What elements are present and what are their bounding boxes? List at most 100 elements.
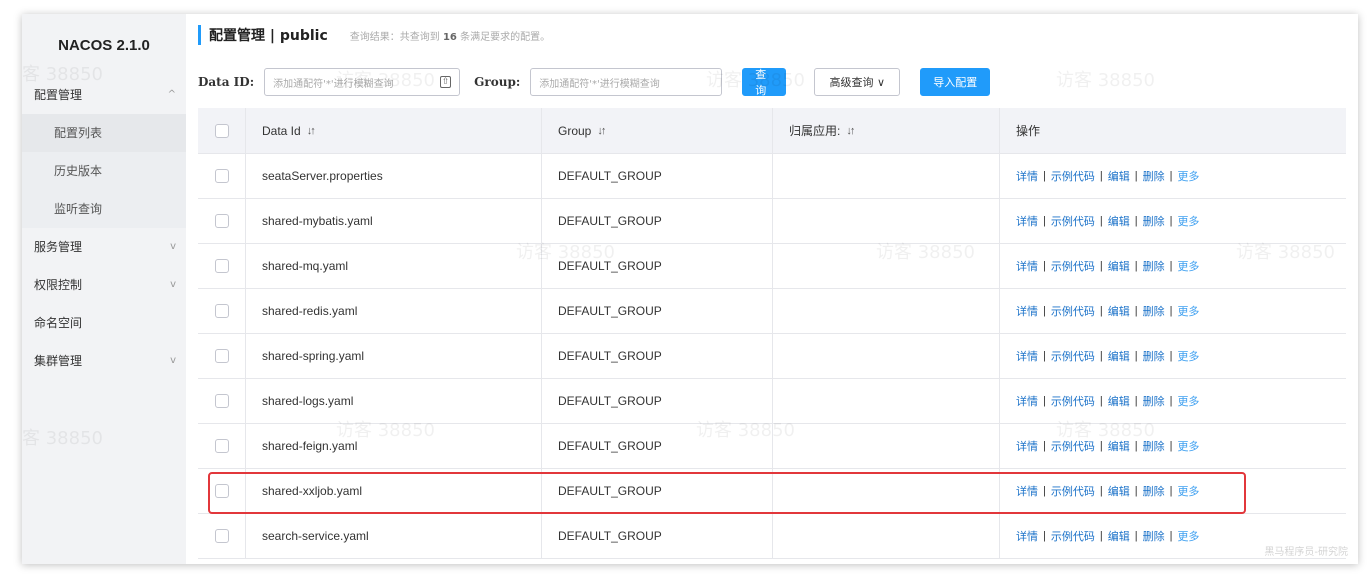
row-actions: 详情 | 示例代码 | 编辑 | 删除 | 更多 xyxy=(1016,348,1199,364)
delete-link[interactable]: 删除 xyxy=(1143,438,1165,454)
cell-ops: 详情 | 示例代码 | 编辑 | 删除 | 更多 xyxy=(1000,244,1346,288)
delete-link[interactable]: 删除 xyxy=(1143,303,1165,319)
nav-item-config-list[interactable]: 配置列表 xyxy=(22,114,186,152)
detail-link[interactable]: 详情 xyxy=(1016,348,1038,364)
more-link[interactable]: 更多 xyxy=(1177,393,1199,409)
nav-item-history[interactable]: 历史版本 xyxy=(22,152,186,190)
chevron-down-icon: v xyxy=(170,241,176,252)
more-link[interactable]: 更多 xyxy=(1177,258,1199,274)
edit-link[interactable]: 编辑 xyxy=(1108,303,1130,319)
more-link[interactable]: 更多 xyxy=(1177,483,1199,499)
more-link[interactable]: 更多 xyxy=(1177,213,1199,229)
row-checkbox[interactable] xyxy=(214,349,229,363)
sample-code-link[interactable]: 示例代码 xyxy=(1051,528,1095,544)
row-checkbox[interactable] xyxy=(214,529,229,543)
data-id-input[interactable]: 添加通配符'*'进行模糊查询 ⇧ xyxy=(264,68,461,96)
detail-link[interactable]: 详情 xyxy=(1016,213,1038,229)
row-actions: 详情 | 示例代码 | 编辑 | 删除 | 更多 xyxy=(1016,303,1199,319)
more-link[interactable]: 更多 xyxy=(1177,528,1199,544)
sample-code-link[interactable]: 示例代码 xyxy=(1051,213,1095,229)
separator: | xyxy=(1169,485,1173,497)
table-row: seataServer.properties DEFAULT_GROUP 详情 | 示例… xyxy=(198,154,1346,199)
separator: | xyxy=(1043,440,1046,452)
nav-group-auth[interactable]: 权限控制 v xyxy=(22,266,186,304)
header-app[interactable]: 归属应用: ↓↑ xyxy=(773,108,1000,153)
header-data-id[interactable]: Data Id ↓↑ xyxy=(246,108,542,153)
detail-link[interactable]: 详情 xyxy=(1016,528,1038,544)
delete-link[interactable]: 删除 xyxy=(1143,168,1165,184)
row-checkbox[interactable] xyxy=(214,394,229,408)
separator: | xyxy=(1043,170,1046,182)
detail-link[interactable]: 详情 xyxy=(1016,303,1038,319)
row-checkbox[interactable] xyxy=(214,304,229,318)
search-button[interactable]: 查询 xyxy=(742,68,787,97)
edit-link[interactable]: 编辑 xyxy=(1108,483,1130,499)
header-group[interactable]: Group ↓↑ xyxy=(542,108,773,153)
sample-code-link[interactable]: 示例代码 xyxy=(1051,258,1095,274)
sort-icon[interactable]: ↓↑ xyxy=(846,125,855,137)
edit-link[interactable]: 编辑 xyxy=(1108,168,1130,184)
row-checkbox[interactable] xyxy=(214,484,229,498)
row-actions: 详情 | 示例代码 | 编辑 | 删除 | 更多 xyxy=(1016,168,1199,184)
edit-link[interactable]: 编辑 xyxy=(1108,213,1130,229)
edit-link[interactable]: 编辑 xyxy=(1108,528,1130,544)
separator: | xyxy=(1134,260,1138,272)
cell-group: DEFAULT_GROUP xyxy=(542,199,773,243)
sample-code-link[interactable]: 示例代码 xyxy=(1051,393,1095,409)
header-ops: 操作 xyxy=(1000,108,1346,153)
group-input[interactable]: 添加通配符'*'进行模糊查询 xyxy=(530,68,723,96)
more-link[interactable]: 更多 xyxy=(1177,438,1199,454)
sort-icon[interactable]: ↓↑ xyxy=(307,125,316,137)
nav-group-service[interactable]: 服务管理 v xyxy=(22,228,186,266)
row-checkbox[interactable] xyxy=(214,214,229,228)
detail-link[interactable]: 详情 xyxy=(1016,168,1038,184)
import-config-button[interactable]: 导入配置 xyxy=(920,68,991,96)
row-checkbox[interactable] xyxy=(214,439,229,453)
edit-link[interactable]: 编辑 xyxy=(1108,348,1130,364)
sample-code-link[interactable]: 示例代码 xyxy=(1051,348,1095,364)
advanced-search-button[interactable]: 高级查询 ∨ xyxy=(814,68,901,96)
separator: | xyxy=(1134,305,1138,317)
nav-group-cluster[interactable]: 集群管理 v xyxy=(22,342,186,380)
delete-link[interactable]: 删除 xyxy=(1143,213,1165,229)
separator: | xyxy=(1099,395,1103,407)
upload-icon[interactable]: ⇧ xyxy=(440,76,452,88)
cell-app xyxy=(773,379,1000,423)
delete-link[interactable]: 删除 xyxy=(1143,348,1165,364)
nav-item-listener-query[interactable]: 监听查询 xyxy=(22,190,186,228)
sample-code-link[interactable]: 示例代码 xyxy=(1051,483,1095,499)
detail-link[interactable]: 详情 xyxy=(1016,393,1038,409)
cell-ops: 详情 | 示例代码 | 编辑 | 删除 | 更多 xyxy=(1000,424,1346,468)
table-row: shared-mybatis.yaml DEFAULT_GROUP 详情 | 示例代码 |… xyxy=(198,199,1346,244)
edit-link[interactable]: 编辑 xyxy=(1108,258,1130,274)
row-checkbox[interactable] xyxy=(214,169,229,183)
more-link[interactable]: 更多 xyxy=(1177,348,1199,364)
delete-link[interactable]: 删除 xyxy=(1143,483,1165,499)
nav-item-namespace[interactable]: 命名空间 xyxy=(22,304,186,342)
sort-icon[interactable]: ↓↑ xyxy=(597,125,606,137)
sample-code-link[interactable]: 示例代码 xyxy=(1051,303,1095,319)
more-link[interactable]: 更多 xyxy=(1177,168,1199,184)
cell-ops: 详情 | 示例代码 | 编辑 | 删除 | 更多 xyxy=(1000,379,1346,423)
detail-link[interactable]: 详情 xyxy=(1016,438,1038,454)
more-link[interactable]: 更多 xyxy=(1177,303,1199,319)
detail-link[interactable]: 详情 xyxy=(1016,483,1038,499)
nav-group-config[interactable]: 配置管理 ^ xyxy=(22,76,186,114)
cell-ops: 详情 | 示例代码 | 编辑 | 删除 | 更多 xyxy=(1000,469,1346,513)
data-id-value: seataServer.properties xyxy=(262,169,383,183)
delete-link[interactable]: 删除 xyxy=(1143,258,1165,274)
separator: | xyxy=(1099,350,1103,362)
edit-link[interactable]: 编辑 xyxy=(1108,438,1130,454)
edit-link[interactable]: 编辑 xyxy=(1108,393,1130,409)
sample-code-link[interactable]: 示例代码 xyxy=(1051,168,1095,184)
sample-code-link[interactable]: 示例代码 xyxy=(1051,438,1095,454)
group-value: DEFAULT_GROUP xyxy=(558,529,662,543)
delete-link[interactable]: 删除 xyxy=(1143,393,1165,409)
detail-link[interactable]: 详情 xyxy=(1016,258,1038,274)
row-checkbox[interactable] xyxy=(214,259,229,273)
select-all-checkbox[interactable] xyxy=(214,123,229,138)
cell-group: DEFAULT_GROUP xyxy=(542,154,773,198)
separator: | xyxy=(1043,215,1046,227)
separator: | xyxy=(1134,530,1138,542)
delete-link[interactable]: 删除 xyxy=(1143,528,1165,544)
